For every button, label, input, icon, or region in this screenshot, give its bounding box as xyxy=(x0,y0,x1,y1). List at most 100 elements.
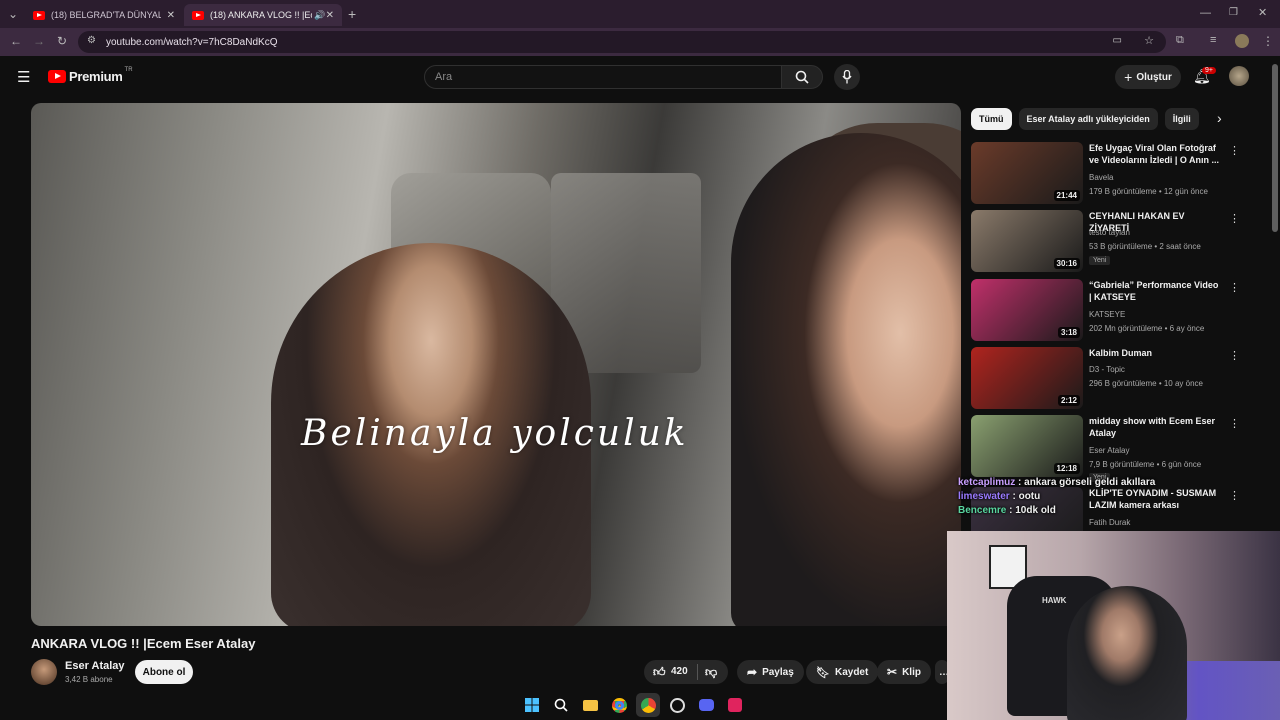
channel-name[interactable]: Eser Atalay xyxy=(65,660,125,672)
recommendation-filter-chips: Tümü Eser Atalay adlı yükleyiciden İlgil… xyxy=(971,108,1199,130)
recommendation-thumbnail[interactable]: 21:44 xyxy=(971,142,1083,204)
more-options-icon[interactable]: ⋮ xyxy=(1229,144,1240,157)
dislike-icon[interactable]: 👎︎ xyxy=(705,665,717,680)
voice-search-button[interactable] xyxy=(834,64,860,90)
bookmark-star-icon[interactable]: ☆ xyxy=(1144,34,1154,47)
chevron-right-icon[interactable]: › xyxy=(1217,110,1222,126)
url-field[interactable]: ⚙ youtube.com/watch?v=7hC8DaNdKcQ ▭ ☆ xyxy=(78,31,1166,53)
browser-tab-1[interactable]: (18) BELGRAD'TA DÜNYALARI Y ✕ xyxy=(25,4,183,26)
more-options-icon[interactable]: ⋮ xyxy=(1229,212,1240,225)
search-input[interactable]: Ara xyxy=(424,65,782,89)
search-button[interactable] xyxy=(781,65,823,89)
recommendation-title[interactable]: midday show with Ecem Eser Atalay xyxy=(1089,415,1223,439)
video-duration: 30:16 xyxy=(1053,258,1080,269)
close-tab-icon[interactable]: ✕ xyxy=(326,10,334,21)
subscribe-button[interactable]: Abone ol xyxy=(135,660,193,684)
extensions-icon[interactable]: ⧉ xyxy=(1176,34,1184,47)
recommendation-channel[interactable]: D3 - Topic xyxy=(1089,365,1125,374)
chat-text: ankara görseli geldi akıllara xyxy=(1024,477,1156,488)
recommendation-item[interactable]: 3:18 “Gabriela” Performance Video | KATSE… xyxy=(971,279,1241,343)
more-options-icon[interactable]: ⋮ xyxy=(1229,417,1240,430)
forward-icon[interactable]: → xyxy=(33,34,45,48)
recommendation-channel[interactable]: Eser Atalay xyxy=(1089,446,1129,455)
recommendation-thumbnail[interactable]: 12:18 xyxy=(971,415,1083,477)
channel-avatar[interactable] xyxy=(31,659,57,685)
recommendation-title[interactable]: “Gabriela” Performance Video | KATSEYE xyxy=(1089,279,1223,303)
close-tab-icon[interactable]: ✕ xyxy=(167,10,175,21)
new-badge: Yeni xyxy=(1089,256,1111,265)
chat-text: ootu xyxy=(1018,491,1041,502)
restore-icon[interactable]: ❐ xyxy=(1229,7,1238,18)
file-explorer-icon[interactable] xyxy=(578,693,602,717)
create-button[interactable]: + Oluştur xyxy=(1115,65,1181,89)
chip-from-uploader[interactable]: Eser Atalay adlı yükleyiciden xyxy=(1018,108,1158,130)
chrome-active-icon[interactable] xyxy=(636,693,660,717)
windows-start-icon[interactable] xyxy=(520,693,544,717)
video-overlay-caption: Belinayla yolculuk xyxy=(301,413,689,454)
chat-text: 10dk old xyxy=(1015,505,1056,516)
back-icon[interactable]: ← xyxy=(10,34,22,48)
browser-menu-icon[interactable]: ⋮ xyxy=(1262,34,1274,48)
new-tab-icon[interactable]: + xyxy=(348,6,356,22)
scrollbar[interactable] xyxy=(1272,64,1278,232)
menu-hamburger-icon[interactable]: ☰ xyxy=(17,68,30,86)
recommendation-item[interactable]: 21:44 Efe Uygaç Viral Olan Fotoğraf ve Vi… xyxy=(971,142,1241,206)
account-avatar[interactable] xyxy=(1229,66,1249,86)
reload-icon[interactable]: ↻ xyxy=(57,34,67,48)
more-options-icon[interactable]: ⋮ xyxy=(1229,349,1240,362)
save-button[interactable]: 🔖︎ Kaydet xyxy=(806,660,879,684)
share-button[interactable]: ➦ Paylaş xyxy=(737,660,804,684)
video-duration: 3:18 xyxy=(1057,327,1080,338)
video-duration: 12:18 xyxy=(1053,463,1080,474)
app-icon[interactable] xyxy=(723,693,747,717)
video-player[interactable]: Belinayla yolculuk xyxy=(31,103,961,626)
tab-title: (18) ANKARA VLOG !! |Ecem xyxy=(210,10,312,20)
recommendation-meta: 7,9 B görüntüleme • 6 gün önce xyxy=(1089,460,1202,469)
video-duration: 2:12 xyxy=(1057,395,1080,406)
recommendation-meta: 53 B görüntüleme • 2 saat önce xyxy=(1089,242,1201,251)
chip-all[interactable]: Tümü xyxy=(971,108,1012,130)
recommendation-channel[interactable]: KATSEYE xyxy=(1089,310,1125,319)
profile-avatar[interactable] xyxy=(1235,34,1249,48)
recommendation-meta: 179 B görüntüleme • 12 gün önce xyxy=(1089,187,1208,196)
recommendation-title[interactable]: Efe Uygaç Viral Olan Fotoğraf ve Videola… xyxy=(1089,142,1223,166)
close-window-icon[interactable]: ✕ xyxy=(1258,6,1267,19)
browser-tab-bar: ⌄ (18) BELGRAD'TA DÜNYALARI Y ✕ (18) ANK… xyxy=(0,0,1280,28)
recommendation-thumbnail[interactable]: 30:16 xyxy=(971,210,1083,272)
recommendation-channel[interactable]: Fatih Durak xyxy=(1089,518,1130,527)
more-options-icon[interactable]: ⋮ xyxy=(1229,281,1240,294)
recommendation-channel[interactable]: testo taylan xyxy=(1089,228,1130,237)
chip-related[interactable]: İlgili xyxy=(1164,108,1199,130)
recommendation-thumbnail[interactable]: 3:18 xyxy=(971,279,1083,341)
divider xyxy=(697,664,698,680)
recommendation-thumbnail[interactable]: 2:12 xyxy=(971,347,1083,409)
clip-button[interactable]: ✂ Klip xyxy=(877,660,931,684)
discord-icon[interactable] xyxy=(694,693,718,717)
obs-icon[interactable] xyxy=(665,693,689,717)
taskbar-search-icon[interactable] xyxy=(549,693,573,717)
taskbar xyxy=(520,690,747,720)
url-text: youtube.com/watch?v=7hC8DaNdKcQ xyxy=(106,36,278,48)
tab-search-icon[interactable]: ⌄ xyxy=(8,7,18,21)
notification-count-badge: 9+ xyxy=(1202,67,1216,74)
more-options-icon[interactable]: ⋮ xyxy=(1229,489,1240,502)
audio-icon[interactable]: 🔊 xyxy=(314,10,325,21)
minimize-icon[interactable]: — xyxy=(1200,7,1211,19)
streamer xyxy=(1067,586,1187,720)
like-count[interactable]: 420 xyxy=(671,666,688,677)
like-icon[interactable]: 👍︎ xyxy=(653,665,666,680)
browser-tab-2[interactable]: (18) ANKARA VLOG !! |Ecem 🔊 ✕ xyxy=(184,4,342,26)
recommendation-item[interactable]: 12:18 midday show with Ecem Eser Atalay Es… xyxy=(971,415,1241,482)
youtube-logo[interactable]: Premium TR xyxy=(48,67,133,84)
webcam-overlay: HAWK xyxy=(947,531,1280,720)
recommendation-title[interactable]: Kalbim Duman xyxy=(1089,347,1223,359)
recommendation-item[interactable]: 2:12 Kalbim Duman D3 - Topic 296 B görüntül… xyxy=(971,347,1241,411)
site-info-icon[interactable]: ⚙ xyxy=(87,35,96,46)
media-icon[interactable]: ≡ xyxy=(1210,34,1216,46)
chat-user: ketcaplimuz xyxy=(958,477,1016,488)
recommendation-channel[interactable]: Bavela xyxy=(1089,173,1113,182)
chrome-icon[interactable] xyxy=(607,693,631,717)
recommendation-item[interactable]: 30:16 CEYHANLI HAKAN EV ZİYARETİ testo tay… xyxy=(971,210,1241,274)
chat-user: Bencemre xyxy=(958,505,1007,516)
cast-icon[interactable]: ▭ xyxy=(1113,35,1122,46)
